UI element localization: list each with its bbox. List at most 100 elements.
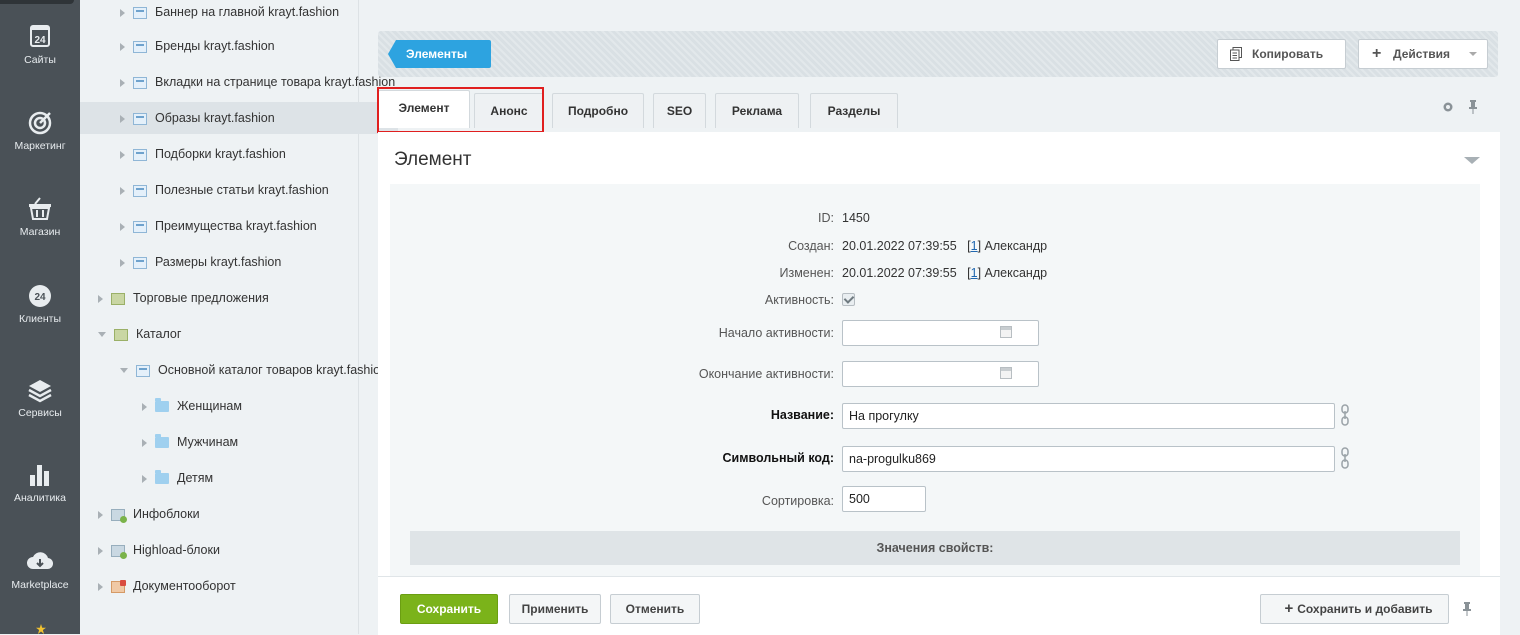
elements-breadcrumb-button[interactable]: Элементы: [388, 40, 491, 68]
chain-link-icon[interactable]: [1340, 404, 1350, 426]
tab-seo[interactable]: SEO: [653, 93, 706, 128]
expand-arrow-icon[interactable]: [120, 78, 125, 87]
expand-arrow-icon[interactable]: [98, 510, 103, 519]
tree-item-label: Highload-блоки: [133, 543, 220, 557]
collapse-triangle-icon[interactable]: [1464, 157, 1480, 164]
tree-item[interactable]: Торговые предложения: [80, 282, 376, 314]
sort-input[interactable]: 500: [842, 486, 926, 512]
expand-arrow-icon[interactable]: [120, 186, 125, 195]
expand-arrow-icon[interactable]: [120, 8, 125, 17]
left-menu-top-tab[interactable]: [0, 0, 74, 4]
tree-item-label: Каталог: [136, 327, 182, 341]
iblock-tree: Баннер на главной krayt.fashion Бренды k…: [80, 0, 398, 634]
iblock-page-icon: [133, 112, 147, 125]
name-input[interactable]: На прогулку: [842, 403, 1335, 429]
created-user-name: Александр: [984, 239, 1048, 253]
created-date: 20.01.2022 07:39:55: [842, 239, 957, 253]
calendar-24-icon: 24: [30, 25, 50, 47]
layers-icon: [28, 380, 52, 403]
menu-item-label: Маркетинг: [14, 140, 66, 152]
pin-icon[interactable]: [1468, 100, 1478, 114]
tab-sections[interactable]: Разделы: [810, 93, 898, 128]
tree-item[interactable]: Бренды krayt.fashion: [80, 30, 398, 62]
menu-item-marketplace[interactable]: Marketplace: [0, 547, 80, 591]
expand-arrow-icon[interactable]: [120, 42, 125, 51]
calendar-icon[interactable]: [1000, 326, 1012, 338]
tab-advertising[interactable]: Реклама: [715, 93, 799, 128]
id-value: 1450: [842, 211, 870, 225]
chain-link-icon[interactable]: [1340, 447, 1350, 469]
highload-blocks-icon: [111, 544, 127, 559]
tree-item[interactable]: Каталог: [80, 318, 376, 350]
tree-item-selected[interactable]: Образы krayt.fashion: [80, 102, 398, 134]
infoblocks-icon: [111, 508, 127, 523]
code-input[interactable]: na-progulku869: [842, 446, 1335, 472]
pin-icon[interactable]: [1462, 602, 1472, 616]
expand-arrow-icon[interactable]: [142, 474, 147, 483]
tree-item[interactable]: Размеры krayt.fashion: [80, 246, 398, 278]
menu-item-services[interactable]: Сервисы: [0, 375, 80, 419]
tree-item[interactable]: Преимущества krayt.fashion: [80, 210, 398, 242]
iblock-page-icon: [136, 364, 150, 377]
iblock-page-icon: [133, 40, 147, 53]
expand-arrow-icon[interactable]: [98, 294, 103, 303]
context-toolbar: Элементы Копировать + Действия: [378, 31, 1498, 77]
menu-item-sites[interactable]: 24 Сайты: [0, 22, 80, 66]
expand-arrow-icon[interactable]: [120, 222, 125, 231]
expand-arrow-icon[interactable]: [142, 438, 147, 447]
iblock-type-icon: [111, 292, 125, 305]
code-label: Символьный код:: [722, 451, 834, 465]
created-user-link[interactable]: 1: [971, 239, 978, 253]
expand-arrow-icon[interactable]: [142, 402, 147, 411]
sort-label: Сортировка:: [761, 494, 834, 508]
expand-arrow-icon[interactable]: [98, 582, 103, 591]
tree-item[interactable]: Документооборот: [80, 570, 376, 602]
tree-item[interactable]: Подборки krayt.fashion: [80, 138, 398, 170]
tree-item-label: Преимущества krayt.fashion: [155, 219, 317, 233]
tree-item[interactable]: Основной каталог товаров krayt.fashion: [80, 354, 398, 386]
tree-item[interactable]: Highload-блоки: [80, 534, 376, 566]
tree-item[interactable]: Баннер на главной krayt.fashion: [80, 0, 398, 28]
star-icon[interactable]: [36, 624, 46, 634]
collapse-arrow-icon[interactable]: [98, 332, 106, 338]
expand-arrow-icon[interactable]: [120, 258, 125, 267]
name-label: Название:: [770, 408, 834, 422]
active-checkbox[interactable]: [842, 293, 855, 306]
tab-detail[interactable]: Подробно: [552, 93, 644, 128]
expand-arrow-icon[interactable]: [98, 546, 103, 555]
expand-arrow-icon[interactable]: [120, 114, 125, 123]
save-button[interactable]: Сохранить: [400, 594, 498, 624]
cancel-button[interactable]: Отменить: [610, 594, 700, 624]
form-buttons-bar: Сохранить Применить Отменить + Сохранить …: [378, 576, 1500, 635]
tree-item-label: Инфоблоки: [133, 507, 200, 521]
tree-item[interactable]: Вкладки на странице товара krayt.fashion: [80, 66, 398, 98]
svg-text:24: 24: [34, 35, 46, 46]
gear-icon[interactable]: [1442, 101, 1454, 113]
save-and-add-button[interactable]: + Сохранить и добавить: [1260, 594, 1449, 624]
apply-button[interactable]: Применить: [509, 594, 601, 624]
tree-item-label: Бренды krayt.fashion: [155, 39, 275, 53]
tree-item-label: Образы krayt.fashion: [155, 111, 275, 125]
copy-button[interactable]: Копировать: [1217, 39, 1346, 69]
tree-item[interactable]: Полезные статьи krayt.fashion: [80, 174, 398, 206]
folder-icon: [155, 434, 169, 449]
calendar-icon[interactable]: [1000, 367, 1012, 379]
created-label: Создан:: [788, 239, 834, 253]
save-and-add-label: Сохранить и добавить: [1297, 602, 1433, 616]
modified-user-link[interactable]: 1: [971, 266, 978, 280]
menu-item-label: Сервисы: [18, 407, 62, 419]
menu-item-clients[interactable]: 24 Клиенты: [0, 281, 80, 325]
actions-button-label: Действия: [1393, 47, 1451, 61]
menu-item-label: Клиенты: [18, 313, 62, 325]
document-flow-icon: [111, 579, 126, 593]
menu-item-analytics[interactable]: Аналитика: [0, 460, 80, 504]
tree-item-label: Торговые предложения: [133, 291, 269, 305]
plus-icon: +: [1372, 45, 1382, 62]
collapse-arrow-icon[interactable]: [120, 368, 128, 374]
tree-item[interactable]: Инфоблоки: [80, 498, 376, 530]
expand-arrow-icon[interactable]: [120, 150, 125, 159]
actions-dropdown-button[interactable]: + Действия: [1358, 39, 1488, 69]
basket-icon: [29, 197, 51, 220]
menu-item-shop[interactable]: Магазин: [0, 194, 80, 238]
menu-item-marketing[interactable]: Маркетинг: [0, 108, 80, 152]
